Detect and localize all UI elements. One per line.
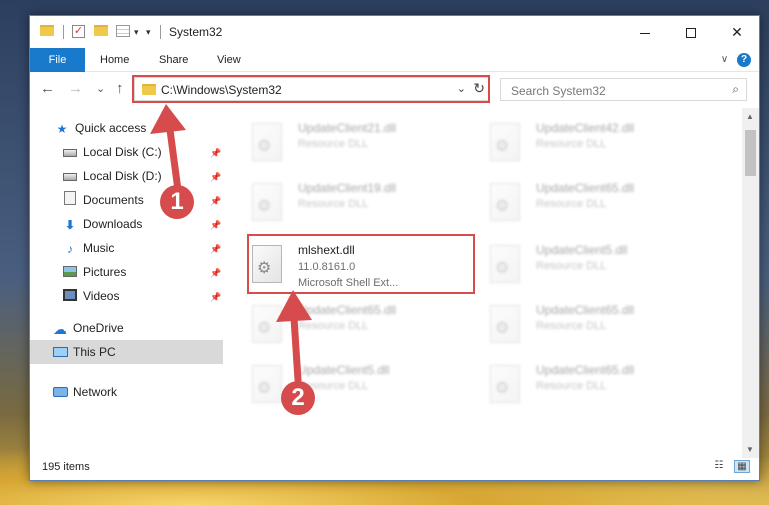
step-2-badge: 2 <box>281 381 315 415</box>
arrow-to-file <box>276 290 312 384</box>
step-1-badge: 1 <box>160 185 194 219</box>
arrow-to-address-bar <box>150 104 186 194</box>
annotation-arrows <box>150 104 312 384</box>
